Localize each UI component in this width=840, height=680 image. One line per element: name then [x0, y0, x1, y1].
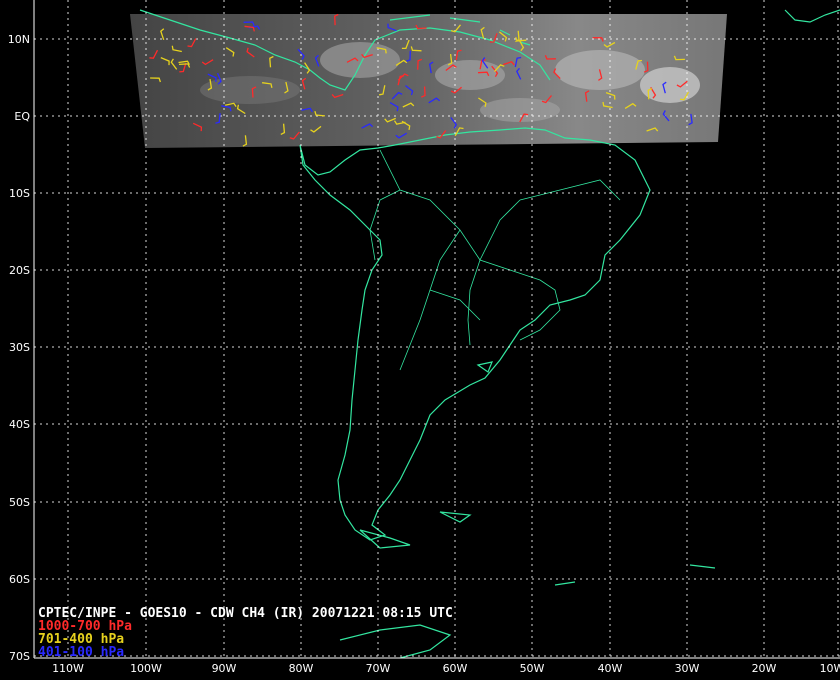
longitude-label: 30W [675, 662, 700, 675]
longitude-label: 110W [52, 662, 84, 675]
latitude-label: 30S [9, 341, 30, 354]
latitude-label: 10S [9, 187, 30, 200]
latitude-label: 10N [8, 33, 30, 46]
longitude-label: 80W [289, 662, 314, 675]
latitude-label: EQ [14, 110, 30, 123]
longitude-label: 70W [366, 662, 391, 675]
longitude-label: 20W [752, 662, 777, 675]
latitude-label: 70S [9, 650, 30, 663]
latitude-label: 60S [9, 573, 30, 586]
satellite-image-strip [130, 14, 727, 148]
latitude-label: 40S [9, 418, 30, 431]
longitude-label: 40W [598, 662, 623, 675]
legend-high-level: 401-100 hPa [38, 645, 124, 660]
longitude-label: 10W [820, 662, 840, 675]
satellite-wind-map: 10N EQ 10S 20S 30S 40S 50S 60S 70S 110W 100W 90W 80… [0, 0, 840, 680]
longitude-label: 90W [212, 662, 237, 675]
latitude-label: 20S [9, 264, 30, 277]
longitude-label: 100W [130, 662, 162, 675]
longitude-label: 50W [520, 662, 545, 675]
longitude-label: 60W [443, 662, 468, 675]
latitude-label: 50S [9, 496, 30, 509]
bottom-axis-panel [0, 658, 840, 680]
